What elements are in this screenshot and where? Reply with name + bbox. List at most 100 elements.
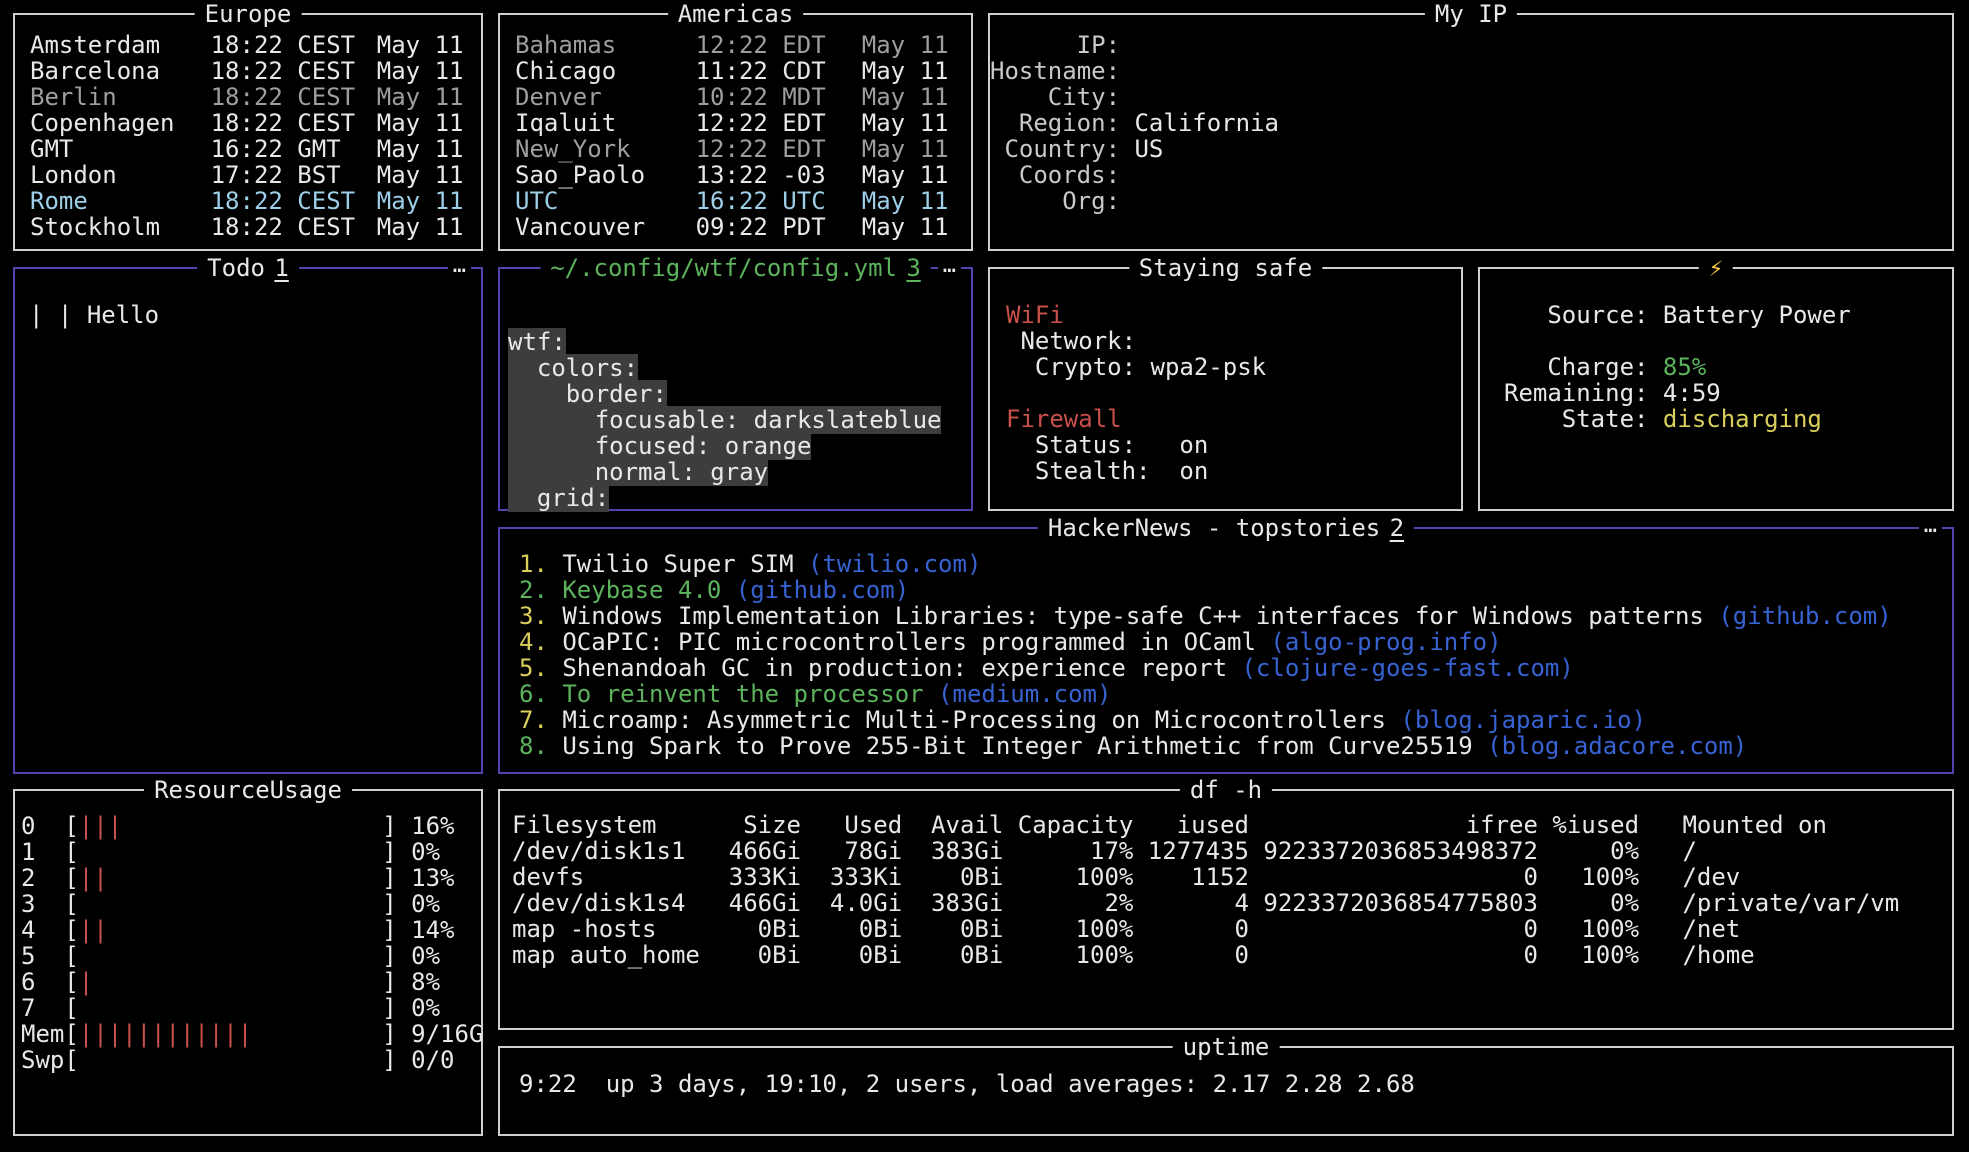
clock-row: London17:22 BSTMay 11 (30, 162, 481, 188)
df-row: map auto_home 0Bi 0Bi 0Bi 100% 0 0 100% … (512, 942, 1952, 968)
story-title[interactable]: To reinvent the processor (562, 680, 923, 708)
clock-time: 09:22 PDT (696, 214, 862, 240)
config-line: grid: (508, 485, 971, 511)
story-title[interactable]: Shenandoah GC in production: experience … (562, 654, 1227, 682)
story-domain[interactable]: (clojure-goes-fast.com) (1241, 654, 1573, 682)
panel-config-yml[interactable]: ~/.config/wtf/config.yml3 … wtf: colors:… (498, 267, 973, 511)
clock-city: Amsterdam (30, 32, 211, 58)
battery-row-value: discharging (1663, 406, 1822, 432)
battery-row: State:discharging (1504, 406, 1952, 432)
story-domain[interactable]: (medium.com) (938, 680, 1111, 708)
panel-hackernews[interactable]: HackerNews - topstories2 … 1. Twilio Sup… (498, 527, 1954, 774)
battery-row-label (1504, 328, 1648, 354)
panel-uptime-title: uptime (1173, 1033, 1280, 1061)
df-row: /dev/disk1s4 466Gi 4.0Gi 383Gi 2% 4 9223… (512, 890, 1952, 916)
clock-row: Barcelona18:22 CESTMay 11 (30, 58, 481, 84)
df-cell: 9223372036853498372 (1249, 837, 1538, 865)
df-row: map -hosts 0Bi 0Bi 0Bi 100% 0 0 100% /ne… (512, 916, 1952, 942)
ip-row: Region:California (990, 110, 1952, 136)
panel-americas-title: Americas (668, 0, 804, 28)
hackernews-story[interactable]: 1. Twilio Super SIM (twilio.com) (519, 551, 1952, 577)
hackernews-story[interactable]: 7. Microamp: Asymmetric Multi-Processing… (519, 707, 1952, 733)
battery-row (1504, 328, 1952, 354)
battery-rows: Source:Battery PowerCharge:85%Remaining:… (1480, 269, 1952, 432)
battery-row-label: Source: (1504, 302, 1648, 328)
more-indicator[interactable]: … (1919, 513, 1942, 539)
df-cell: 0 (1133, 915, 1249, 943)
safety-line: Crypto: wpa2-psk (1006, 354, 1461, 380)
todo-item-label: Hello (87, 301, 159, 329)
df-cell: 0 (1249, 915, 1538, 943)
more-indicator[interactable]: … (938, 253, 961, 279)
clock-city: Copenhagen (30, 110, 211, 136)
panel-title-text: uptime (1183, 1033, 1270, 1061)
story-domain[interactable]: (blog.adacore.com) (1487, 732, 1747, 760)
todo-item[interactable]: | | Hello (29, 302, 481, 328)
hackernews-story[interactable]: 4. OCaPIC: PIC microcontrollers programm… (519, 629, 1952, 655)
resource-bar: [ ] (64, 1046, 396, 1074)
story-domain[interactable]: (blog.japaric.io) (1400, 706, 1646, 734)
clock-row: Denver10:22 MDTMay 11 (515, 84, 971, 110)
resource-row: 6[| ] 8% (21, 969, 481, 995)
battery-row: Source:Battery Power (1504, 302, 1952, 328)
ip-row-label: IP: (990, 32, 1120, 58)
story-rank: 6. (519, 680, 548, 708)
story-domain[interactable]: (twilio.com) (808, 550, 981, 578)
clock-row: Sao_Paolo13:22 -03May 11 (515, 162, 971, 188)
clock-row: Rome18:22 CESTMay 11 (30, 188, 481, 214)
story-domain[interactable]: (github.com) (1718, 602, 1891, 630)
story-domain[interactable]: (algo-prog.info) (1270, 628, 1501, 656)
more-indicator[interactable]: … (448, 253, 471, 279)
hackernews-story[interactable]: 6. To reinvent the processor (medium.com… (519, 681, 1952, 707)
config-line: focused: orange (508, 433, 971, 459)
panel-resource-usage: ResourceUsage 0[||| ] 16%1[ ] 0%2[|| ] 1… (13, 789, 483, 1136)
resource-bar: [ ] (64, 942, 396, 970)
df-header-cell: Capacity (1003, 811, 1133, 839)
story-title[interactable]: Using Spark to Prove 255-Bit Integer Ari… (562, 732, 1472, 760)
clock-time: 16:22 GMT (211, 136, 377, 162)
clock-time: 17:22 BST (211, 162, 377, 188)
panel-title-text: ~/.config/wtf/config.yml (550, 254, 897, 282)
hackernews-story[interactable]: 5. Shenandoah GC in production: experien… (519, 655, 1952, 681)
resource-row: 7[ ] 0% (21, 995, 481, 1021)
hackernews-story[interactable]: 3. Windows Implementation Libraries: typ… (519, 603, 1952, 629)
panel-title-text: Americas (678, 0, 794, 28)
panel-todo[interactable]: Todo1 … | | Hello (13, 267, 483, 774)
df-cell: 100% (1538, 863, 1639, 891)
story-title[interactable]: OCaPIC: PIC microcontrollers programmed … (562, 628, 1256, 656)
config-line: focusable: darkslateblue (508, 407, 971, 433)
story-title[interactable]: Windows Implementation Libraries: type-s… (562, 602, 1704, 630)
df-cell: 0Bi (714, 941, 801, 969)
todo-checkbox[interactable]: | | (29, 301, 72, 329)
panel-title-text: HackerNews - topstories (1048, 514, 1380, 542)
hackernews-story[interactable]: 2. Keybase 4.0 (github.com) (519, 577, 1952, 603)
resource-value: 0% (411, 942, 440, 970)
df-cell: 100% (1003, 863, 1133, 891)
safety-line: Stealth: on (1006, 458, 1461, 484)
ip-row-label: Country: (990, 136, 1120, 162)
clock-date: May 11 (862, 84, 971, 110)
df-cell: map -hosts (512, 915, 714, 943)
clock-row: Copenhagen18:22 CESTMay 11 (30, 110, 481, 136)
resource-value: 0/0 (411, 1046, 454, 1074)
clock-city: Sao_Paolo (515, 162, 696, 188)
resource-label: 4 (21, 917, 64, 943)
resource-bar: [|| ] (64, 916, 396, 944)
ip-row: Org: (990, 188, 1952, 214)
story-domain[interactable]: (github.com) (736, 576, 909, 604)
resource-bar: [| ] (64, 968, 396, 996)
resource-label: 0 (21, 813, 64, 839)
story-title[interactable]: Twilio Super SIM (562, 550, 793, 578)
df-cell: 0 (1249, 863, 1538, 891)
story-title[interactable]: Keybase 4.0 (562, 576, 721, 604)
resource-row: Swp[ ] 0/0 (21, 1047, 481, 1073)
hackernews-story[interactable]: 8. Using Spark to Prove 255-Bit Integer … (519, 733, 1952, 759)
panel-clocks-europe: Europe Amsterdam18:22 CESTMay 11Barcelon… (13, 13, 483, 251)
story-rank: 3. (519, 602, 548, 630)
df-cell: /private/var/vm (1639, 889, 1899, 917)
panel-title-text: Staying safe (1139, 254, 1312, 282)
clock-row: Bahamas12:22 EDTMay 11 (515, 32, 971, 58)
story-rank: 4. (519, 628, 548, 656)
clock-row: Stockholm18:22 CESTMay 11 (30, 214, 481, 240)
story-title[interactable]: Microamp: Asymmetric Multi-Processing on… (562, 706, 1386, 734)
